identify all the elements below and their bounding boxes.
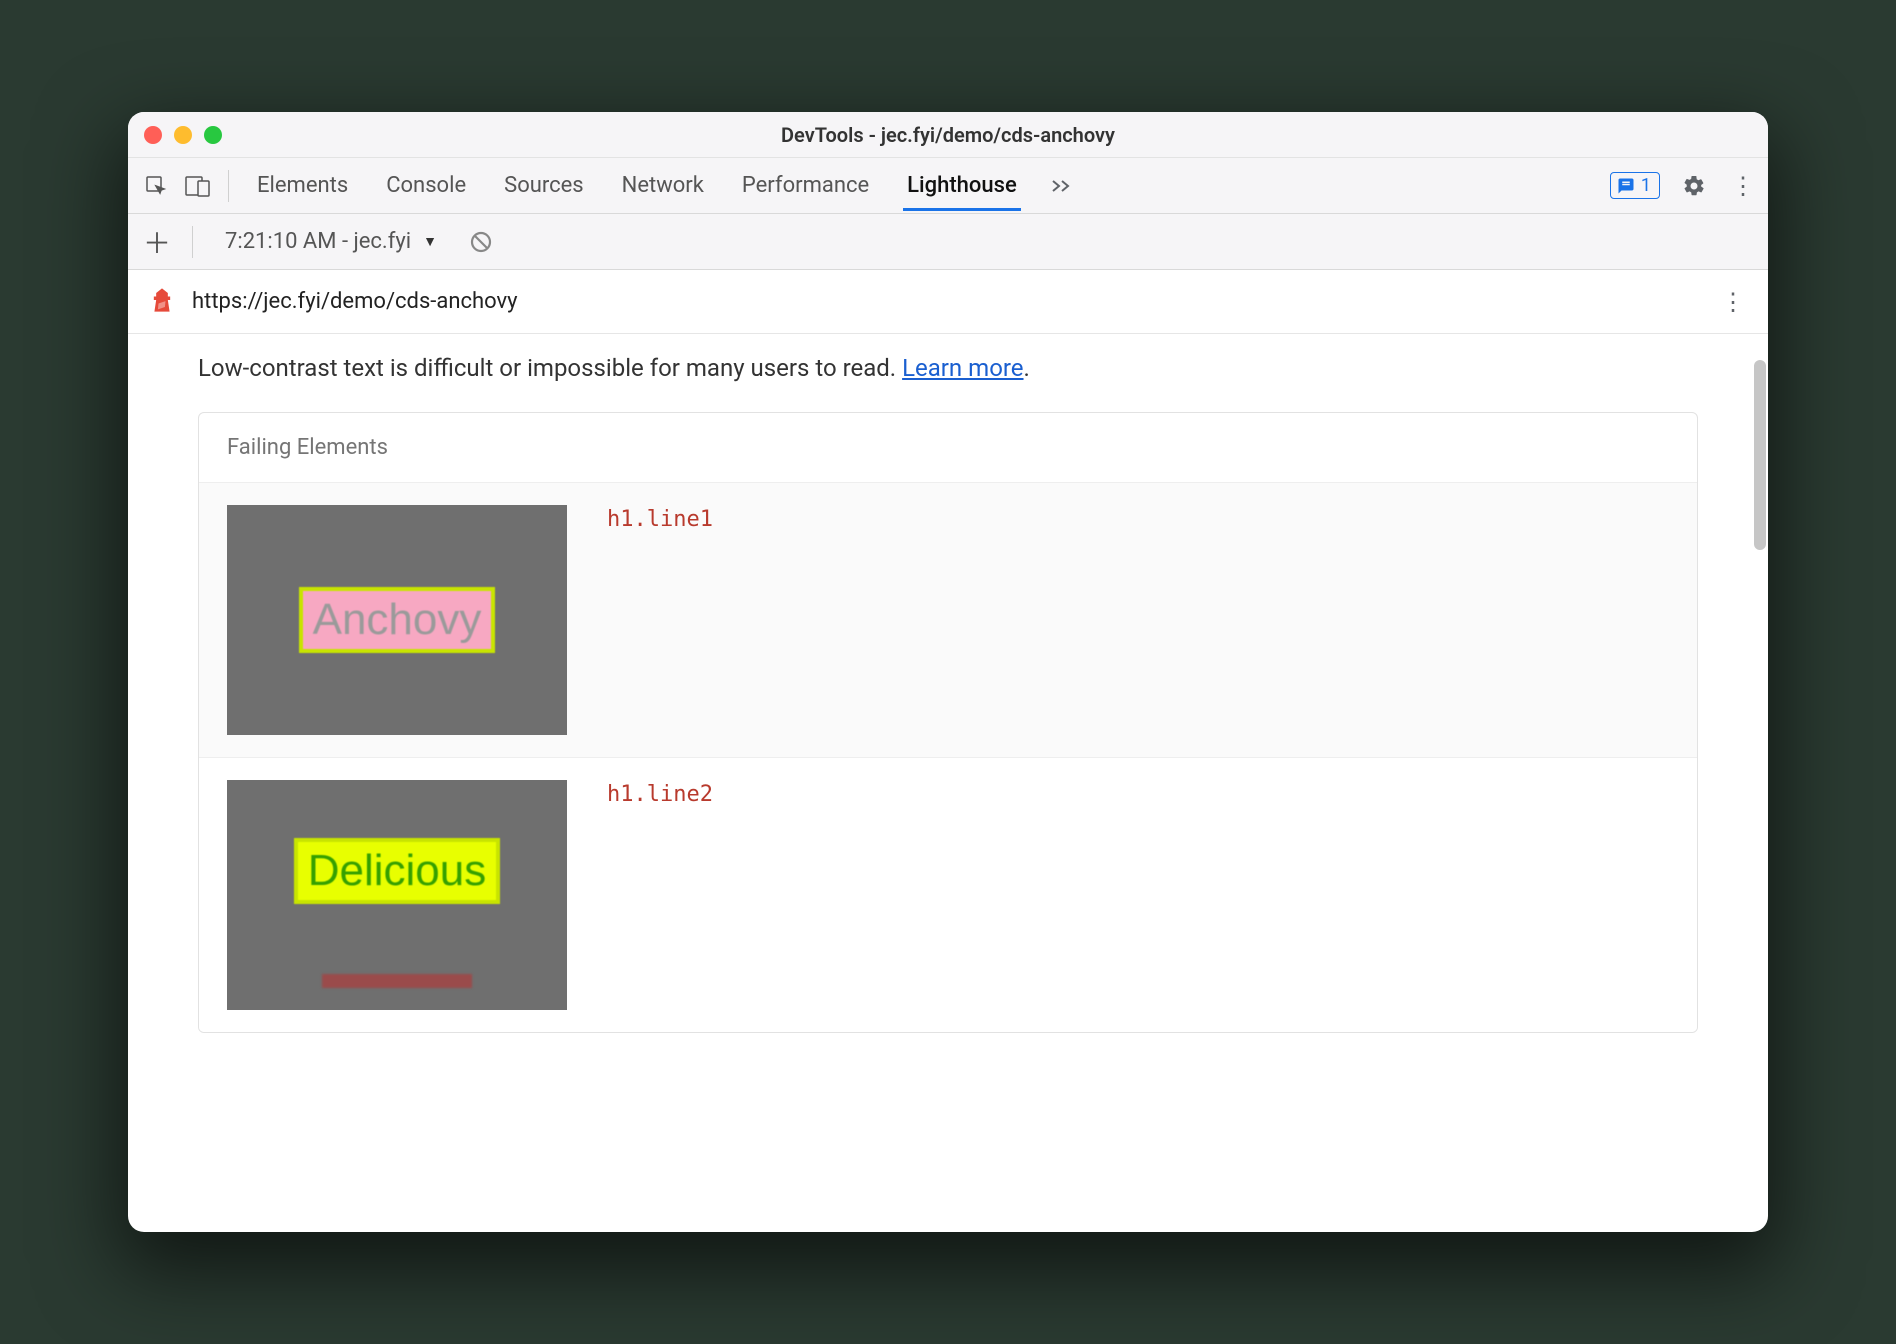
element-thumbnail: Anchovy <box>227 505 567 735</box>
report-selector[interactable]: 7:21:10 AM - jec.fyi ▼ <box>213 229 449 254</box>
failing-element-row[interactable]: Anchovy h1.line1 <box>199 482 1697 757</box>
separator <box>192 226 193 258</box>
failing-elements-panel: Failing Elements Anchovy h1.line1 Delici… <box>198 412 1698 1033</box>
tab-performance[interactable]: Performance <box>738 161 873 211</box>
devtools-tabbar: Elements Console Sources Network Perform… <box>128 158 1768 214</box>
more-options-icon[interactable]: ⋮ <box>1728 172 1758 200</box>
panel-header: Failing Elements <box>199 413 1697 482</box>
report-content: Low-contrast text is difficult or imposs… <box>128 334 1768 1232</box>
lighthouse-logo-icon <box>148 286 176 318</box>
thumb-extra <box>322 974 472 988</box>
settings-icon[interactable] <box>1676 168 1712 204</box>
lighthouse-toolbar: ＋ 7:21:10 AM - jec.fyi ▼ <box>128 214 1768 270</box>
report-label: 7:21:10 AM - jec.fyi <box>225 229 411 254</box>
minimize-window-button[interactable] <box>174 126 192 144</box>
chevron-down-icon: ▼ <box>423 233 437 250</box>
scrollbar-thumb[interactable] <box>1754 360 1766 550</box>
panel-tabs: Elements Console Sources Network Perform… <box>253 161 1071 211</box>
audit-description: Low-contrast text is difficult or imposs… <box>198 354 1698 382</box>
element-thumbnail: Delicious <box>227 780 567 1010</box>
element-selector: h1.line2 <box>607 780 713 807</box>
tab-elements[interactable]: Elements <box>253 161 352 211</box>
thumb-text: Delicious <box>294 838 501 904</box>
close-window-button[interactable] <box>144 126 162 144</box>
url-bar: https://jec.fyi/demo/cds-anchovy ⋮ <box>128 270 1768 334</box>
device-toolbar-icon[interactable] <box>180 168 216 204</box>
devtools-window: DevTools - jec.fyi/demo/cds-anchovy Elem… <box>128 112 1768 1232</box>
issues-badge[interactable]: 1 <box>1610 172 1660 199</box>
maximize-window-button[interactable] <box>204 126 222 144</box>
learn-more-link[interactable]: Learn more <box>902 354 1023 382</box>
tab-console[interactable]: Console <box>382 161 470 211</box>
tabbar-right: 1 ⋮ <box>1610 168 1758 204</box>
separator <box>228 170 229 202</box>
inspect-icon[interactable] <box>138 168 174 204</box>
page-url: https://jec.fyi/demo/cds-anchovy <box>192 289 1702 314</box>
thumb-text: Anchovy <box>299 587 496 653</box>
titlebar: DevTools - jec.fyi/demo/cds-anchovy <box>128 112 1768 158</box>
element-selector: h1.line1 <box>607 505 713 532</box>
failing-element-row[interactable]: Delicious h1.line2 <box>199 757 1697 1032</box>
tab-lighthouse[interactable]: Lighthouse <box>903 161 1021 211</box>
issues-count: 1 <box>1641 175 1651 196</box>
new-report-button[interactable]: ＋ <box>142 222 172 262</box>
desc-suffix: . <box>1024 354 1030 382</box>
tab-sources[interactable]: Sources <box>500 161 588 211</box>
window-title: DevTools - jec.fyi/demo/cds-anchovy <box>128 123 1768 147</box>
report-menu-icon[interactable]: ⋮ <box>1718 288 1748 316</box>
more-tabs-icon[interactable] <box>1051 174 1071 198</box>
clear-icon[interactable] <box>463 224 499 260</box>
window-controls <box>144 126 222 144</box>
tab-network[interactable]: Network <box>618 161 708 211</box>
desc-text: Low-contrast text is difficult or imposs… <box>198 354 902 382</box>
